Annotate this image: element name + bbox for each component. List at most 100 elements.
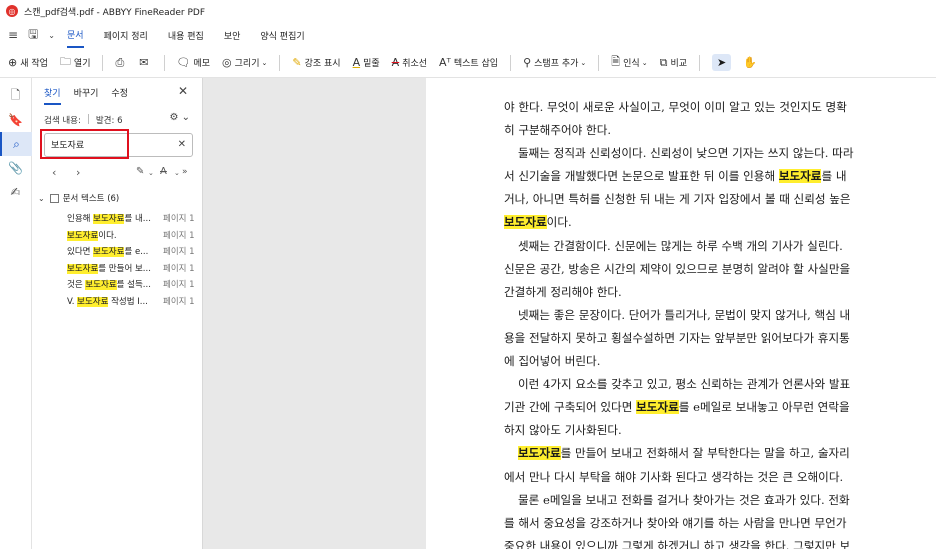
text-run: 이다. xyxy=(546,215,572,230)
select-all-checkbox[interactable] xyxy=(49,193,59,203)
previous-result-icon[interactable]: ‹ xyxy=(52,166,56,179)
save-icon[interactable]: 🖫 xyxy=(28,25,38,46)
text-run: 이런 4가지 요소를 갖추고 있고, 평소 신뢰하는 관계가 언론사와 발표 xyxy=(518,377,851,392)
toolbar-divider xyxy=(163,54,165,71)
highlighter-icon: ✎ xyxy=(292,56,302,69)
text-run: 중요한 내용이 있으니까 그렇게 하겠거니 하고 생각을 한다. 그렇지만 보 xyxy=(504,538,851,549)
add-stamp-button[interactable]: ⚲ 스탬프 추가 ⌄ xyxy=(523,56,586,69)
search-results-list: 인용해 보도자료를 내... 페이지 1 보도자료이다. 페이지 1 있다면 보도자료를… xyxy=(67,210,203,309)
result-page: 페이지 1 xyxy=(163,230,195,241)
strikeout-results-icon[interactable]: A xyxy=(160,166,167,177)
text-run: 용을 전달하지 못하고 횡설수설하면 기자는 앞부분만 읽어보다가 휴지통 xyxy=(504,330,850,345)
document-page: 야 한다. 무엇이 새로운 사실이고, 무엇이 이미 알고 있는 것인지도 명확… xyxy=(426,78,936,549)
clear-search-icon[interactable]: ✕ xyxy=(178,139,186,150)
tab-document[interactable]: 문서 xyxy=(67,22,84,48)
result-match: 보도자료 xyxy=(77,296,109,307)
highlight-results-icon[interactable]: ✎ xyxy=(136,166,144,177)
hamburger-menu-icon[interactable]: ≡ xyxy=(8,28,18,42)
document-line: 셋째는 간결함이다. 신문에는 많게는 하루 수백 개의 기사가 실린다. xyxy=(504,235,904,258)
page-text: 야 한다. 무엇이 새로운 사실이고, 무엇이 이미 알고 있는 것인지도 명확… xyxy=(504,96,904,549)
next-result-icon[interactable]: › xyxy=(76,166,80,179)
result-match: 보도자료 xyxy=(93,247,125,258)
hand-tool-button[interactable]: ✋ xyxy=(743,56,757,69)
result-match: 보도자료 xyxy=(67,230,99,241)
stamp-icon: ⚲ xyxy=(523,56,532,69)
search-hit-highlight: 보도자료 xyxy=(518,446,561,461)
compare-icon: ⧉ xyxy=(659,55,668,69)
text-run: 를 e메일로 보내놓고 아무런 연락을 xyxy=(678,400,850,415)
toolbar-divider xyxy=(510,54,512,71)
result-prefix: 인용해 xyxy=(67,214,94,225)
document-line: 중요한 내용이 있으니까 그렇게 하겠거니 하고 생각을 한다. 그렇지만 보 xyxy=(504,535,904,549)
tab-form-editor[interactable]: 양식 편집기 xyxy=(260,23,304,47)
text-run: 기관 간에 구축되어 있다면 xyxy=(504,400,637,415)
result-prefix: 있다면 xyxy=(67,247,94,258)
result-context: 보도자료이다. xyxy=(67,229,159,241)
result-suffix: 를 e... xyxy=(124,247,149,258)
search-result-item[interactable]: 보도자료를 만들어 보... 페이지 1 xyxy=(67,260,203,277)
search-icon[interactable]: ⌕ xyxy=(0,132,32,156)
result-suffix: 작성법 I... xyxy=(108,296,148,307)
highlight-button[interactable]: ✎ 강조 표시 xyxy=(292,56,340,69)
plus-circle-icon: ⊕ xyxy=(8,56,18,69)
tab-redact[interactable]: 수정 xyxy=(111,86,128,105)
tree-root-document-text[interactable]: ⌄ 문서 텍스트 (6) xyxy=(38,192,119,204)
search-result-item[interactable]: V. 보도자료 작성법 I... 페이지 1 xyxy=(67,293,203,310)
ocr-icon: 🗎 xyxy=(611,55,621,68)
underline-button[interactable]: A 밑줄 xyxy=(353,56,380,69)
signature-icon[interactable]: ✍ xyxy=(0,180,32,204)
document-line: 넷째는 좋은 문장이다. 단어가 틀리거나, 문법이 맞지 않거나, 핵심 내 xyxy=(504,304,904,327)
document-line: 를 해서 중요성을 강조하거나 찾아와 얘기를 하는 사람을 만나면 무언가 xyxy=(504,512,904,535)
strikeout-button[interactable]: A 취소선 xyxy=(392,56,427,69)
chevron-down-icon[interactable]: ⌄ xyxy=(148,169,154,177)
search-result-item[interactable]: 인용해 보도자료를 내... 페이지 1 xyxy=(67,210,203,227)
gear-icon[interactable]: ⚙ ⌄ xyxy=(169,112,190,123)
note-button[interactable]: 🗨 메모 xyxy=(177,56,211,69)
note-icon: 🗨 xyxy=(176,56,191,69)
toolbar-divider xyxy=(598,54,600,71)
print-button[interactable]: ⎙ xyxy=(115,56,127,70)
insert-text-button[interactable]: Aᵀ 텍스트 삽입 xyxy=(439,56,498,69)
search-hit-highlight: 보도자료 xyxy=(636,400,679,415)
printer-icon: ⎙ xyxy=(115,55,125,69)
draw-button[interactable]: ◎ 그리기 ⌄ xyxy=(222,56,267,69)
search-result-item[interactable]: 있다면 보도자료를 e... 페이지 1 xyxy=(67,243,203,260)
document-line: 에 집어넣어 버린다. xyxy=(504,350,904,373)
email-button[interactable]: ✉ xyxy=(139,56,151,69)
text-run: 신문은 공간, 방송은 시간의 제약이 있으므로 분명히 알려야 할 사실만을 xyxy=(504,261,851,276)
find-panel: 찾기 바꾸기 수정 ✕ 검색 내용: 발견: 6 ⚙ ⌄ ✕ ‹ › ✎ ⌄ A… xyxy=(32,78,203,549)
tab-page-organize[interactable]: 페이지 정리 xyxy=(104,23,148,47)
result-page: 페이지 1 xyxy=(163,263,195,274)
bookmark-icon[interactable]: 🔖 xyxy=(0,108,32,132)
result-suffix: 를 내... xyxy=(124,214,151,225)
close-icon[interactable]: ✕ xyxy=(178,84,188,98)
result-page: 페이지 1 xyxy=(163,296,195,307)
new-task-button[interactable]: ⊕ 새 작업 xyxy=(8,56,48,69)
page-thumbnails-icon[interactable]: 🗋 xyxy=(0,84,32,108)
compare-button[interactable]: ⧉ 비교 xyxy=(660,56,687,70)
document-line: 기관 간에 구축되어 있다면 보도자료를 e메일로 보내놓고 아무런 연락을 xyxy=(504,396,904,419)
search-result-item[interactable]: 것은 보도자료를 설득... 페이지 1 xyxy=(67,276,203,293)
cursor-icon: ➤ xyxy=(717,56,727,69)
chevron-down-icon[interactable]: ⌄ xyxy=(48,31,55,40)
open-button[interactable]: 🗀 열기 xyxy=(60,53,91,72)
double-chevron-right-icon[interactable]: » xyxy=(182,167,188,177)
result-match: 보도자료 xyxy=(85,280,117,291)
result-suffix: 를 설득... xyxy=(116,280,151,291)
tab-security[interactable]: 보안 xyxy=(224,23,241,47)
text-run: 거나, 아니면 특허를 신청한 뒤 내는 게 기자 입장에서 볼 때 신뢰성 높… xyxy=(504,192,851,207)
tab-edit-content[interactable]: 내용 편집 xyxy=(168,23,204,47)
toolbar-divider xyxy=(279,54,281,71)
chevron-down-icon[interactable]: ⌄ xyxy=(38,194,45,203)
tab-find[interactable]: 찾기 xyxy=(44,86,61,105)
document-line: 신문은 공간, 방송은 시간의 제약이 있으므로 분명히 알려야 할 사실만을 xyxy=(504,258,904,281)
select-tool-button[interactable]: ➤ xyxy=(712,54,732,71)
tab-replace[interactable]: 바꾸기 xyxy=(74,86,99,105)
abbyy-logo-icon: ◎ xyxy=(6,5,18,17)
attachment-icon[interactable]: 📎 xyxy=(0,156,32,180)
chevron-down-icon[interactable]: ⌄ xyxy=(174,169,180,177)
recognize-button[interactable]: 🗎 인식 ⌄ xyxy=(611,53,647,72)
found-count: 발견: 6 xyxy=(95,116,123,126)
search-hit-highlight: 보도자료 xyxy=(778,169,822,184)
search-result-item[interactable]: 보도자료이다. 페이지 1 xyxy=(67,227,203,244)
